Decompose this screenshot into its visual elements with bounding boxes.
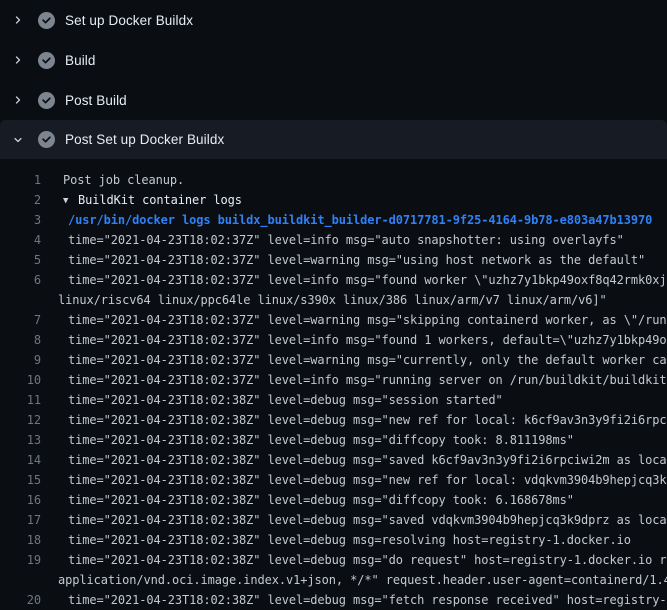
log-row: 15 time="2021-04-23T18:02:38Z" level=deb… xyxy=(0,470,667,490)
line-number[interactable]: 2 xyxy=(0,190,48,210)
step-label: Post Set up Docker Buildx xyxy=(65,132,224,147)
chevron-right-icon xyxy=(10,52,26,68)
line-number[interactable]: 1 xyxy=(0,170,48,190)
line-number[interactable]: 9 xyxy=(0,350,48,370)
log-line-text: ▼BuildKit container logs xyxy=(48,190,667,210)
log-row: 17 time="2021-04-23T18:02:38Z" level=deb… xyxy=(0,510,667,530)
log-line-text: linux/riscv64 linux/ppc64le linux/s390x … xyxy=(48,290,667,310)
log-line-text: time="2021-04-23T18:02:38Z" level=debug … xyxy=(48,510,667,530)
log-row: 12 time="2021-04-23T18:02:38Z" level=deb… xyxy=(0,410,667,430)
log-rows: 1 Post job cleanup. 2 ▼BuildKit containe… xyxy=(0,170,667,610)
check-circle-icon xyxy=(38,92,55,109)
log-row: 13 time="2021-04-23T18:02:38Z" level=deb… xyxy=(0,430,667,450)
line-number[interactable]: 19 xyxy=(0,550,48,570)
log-line-text: time="2021-04-23T18:02:38Z" level=debug … xyxy=(48,530,667,550)
log-row: application/vnd.oci.image.index.v1+json,… xyxy=(0,570,667,590)
line-number[interactable]: 13 xyxy=(0,430,48,450)
log-row: 16 time="2021-04-23T18:02:38Z" level=deb… xyxy=(0,490,667,510)
line-number[interactable] xyxy=(0,290,48,310)
log-line-text: time="2021-04-23T18:02:38Z" level=debug … xyxy=(48,430,667,450)
line-number[interactable]: 16 xyxy=(0,490,48,510)
log-row: 3 /usr/bin/docker logs buildx_buildkit_b… xyxy=(0,210,667,230)
log-line-text: Post job cleanup. xyxy=(48,170,667,190)
line-number[interactable]: 5 xyxy=(0,250,48,270)
log-line-text: time="2021-04-23T18:02:37Z" level=info m… xyxy=(48,330,667,350)
log-line-text: time="2021-04-23T18:02:38Z" level=debug … xyxy=(48,410,667,430)
step-log-panel: 1 Post job cleanup. 2 ▼BuildKit containe… xyxy=(0,159,667,610)
log-row: 2 ▼BuildKit container logs xyxy=(0,190,667,210)
line-number[interactable]: 18 xyxy=(0,530,48,550)
line-number[interactable]: 7 xyxy=(0,310,48,330)
line-number[interactable]: 12 xyxy=(0,410,48,430)
log-row: 8 time="2021-04-23T18:02:37Z" level=info… xyxy=(0,330,667,350)
job-steps-panel: Set up Docker Buildx Build Post Build Po… xyxy=(0,0,667,159)
log-line-text: time="2021-04-23T18:02:37Z" level=warnin… xyxy=(48,250,667,270)
log-line-text: application/vnd.oci.image.index.v1+json,… xyxy=(48,570,667,590)
log-row: 5 time="2021-04-23T18:02:37Z" level=warn… xyxy=(0,250,667,270)
log-line-text: time="2021-04-23T18:02:38Z" level=debug … xyxy=(48,470,667,490)
log-row: 18 time="2021-04-23T18:02:38Z" level=deb… xyxy=(0,530,667,550)
log-line-text: time="2021-04-23T18:02:38Z" level=debug … xyxy=(48,390,667,410)
log-row: 10 time="2021-04-23T18:02:37Z" level=inf… xyxy=(0,370,667,390)
step-label: Post Build xyxy=(65,93,127,108)
chevron-right-icon xyxy=(10,12,26,28)
log-line-text: /usr/bin/docker logs buildx_buildkit_bui… xyxy=(48,210,667,230)
check-circle-icon xyxy=(38,12,55,29)
chevron-down-icon xyxy=(10,132,26,148)
line-number[interactable]: 4 xyxy=(0,230,48,250)
log-line-text: time="2021-04-23T18:02:37Z" level=info m… xyxy=(48,370,667,390)
step-label: Build xyxy=(65,53,96,68)
line-number[interactable] xyxy=(0,570,48,590)
check-circle-icon xyxy=(38,131,55,148)
group-title: BuildKit container logs xyxy=(78,193,242,207)
line-number[interactable]: 11 xyxy=(0,390,48,410)
line-number[interactable]: 3 xyxy=(0,210,48,230)
log-line-text: time="2021-04-23T18:02:37Z" level=info m… xyxy=(48,230,667,250)
line-number[interactable]: 17 xyxy=(0,510,48,530)
log-row: 6 time="2021-04-23T18:02:37Z" level=info… xyxy=(0,270,667,290)
line-number[interactable]: 8 xyxy=(0,330,48,350)
log-row: 19 time="2021-04-23T18:02:38Z" level=deb… xyxy=(0,550,667,570)
log-line-text: time="2021-04-23T18:02:38Z" level=debug … xyxy=(48,590,667,610)
log-row: 14 time="2021-04-23T18:02:38Z" level=deb… xyxy=(0,450,667,470)
log-row: 20 time="2021-04-23T18:02:38Z" level=deb… xyxy=(0,590,667,610)
log-row: 11 time="2021-04-23T18:02:38Z" level=deb… xyxy=(0,390,667,410)
line-number[interactable]: 6 xyxy=(0,270,48,290)
log-row: 4 time="2021-04-23T18:02:37Z" level=info… xyxy=(0,230,667,250)
check-circle-icon xyxy=(38,52,55,69)
log-row: 7 time="2021-04-23T18:02:37Z" level=warn… xyxy=(0,310,667,330)
log-row: 9 time="2021-04-23T18:02:37Z" level=warn… xyxy=(0,350,667,370)
chevron-right-icon xyxy=(10,92,26,108)
group-collapse-triangle-icon[interactable]: ▼ xyxy=(63,191,78,210)
line-number[interactable]: 14 xyxy=(0,450,48,470)
line-number[interactable]: 15 xyxy=(0,470,48,490)
log-line-text: time="2021-04-23T18:02:38Z" level=debug … xyxy=(48,490,667,510)
step-row-post-build[interactable]: Post Build xyxy=(0,80,667,120)
log-row: linux/riscv64 linux/ppc64le linux/s390x … xyxy=(0,290,667,310)
step-row-post-set-up-docker-buildx[interactable]: Post Set up Docker Buildx xyxy=(0,120,667,159)
log-line-text: time="2021-04-23T18:02:37Z" level=warnin… xyxy=(48,310,667,330)
line-number[interactable]: 20 xyxy=(0,590,48,610)
log-line-text: time="2021-04-23T18:02:37Z" level=info m… xyxy=(48,270,667,290)
log-line-text: time="2021-04-23T18:02:37Z" level=warnin… xyxy=(48,350,667,370)
log-row: 1 Post job cleanup. xyxy=(0,170,667,190)
step-label: Set up Docker Buildx xyxy=(65,13,193,28)
log-line-text: time="2021-04-23T18:02:38Z" level=debug … xyxy=(48,450,667,470)
step-row-set-up-docker-buildx[interactable]: Set up Docker Buildx xyxy=(0,0,667,40)
log-line-text: time="2021-04-23T18:02:38Z" level=debug … xyxy=(48,550,667,570)
step-row-build[interactable]: Build xyxy=(0,40,667,80)
line-number[interactable]: 10 xyxy=(0,370,48,390)
